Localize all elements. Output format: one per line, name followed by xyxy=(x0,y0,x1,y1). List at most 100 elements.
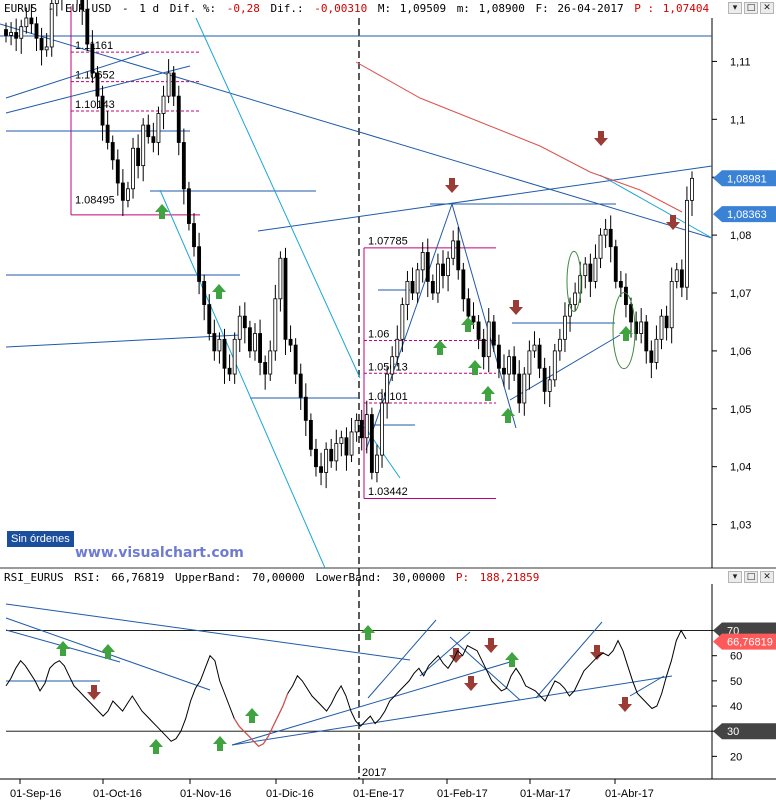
candle-bullish xyxy=(690,177,694,201)
header-dif-pct-value: -0,28 xyxy=(227,2,260,15)
candle-bearish xyxy=(176,95,181,143)
candle-bearish xyxy=(293,344,298,375)
candle-bullish xyxy=(659,315,664,340)
candle-bearish xyxy=(187,188,191,224)
price-tick-label: 1,07 xyxy=(730,288,751,300)
candle-bullish xyxy=(552,350,557,381)
candle-bearish xyxy=(496,344,501,369)
candle-bullish xyxy=(415,269,420,294)
orders-button[interactable]: Sin órdenes xyxy=(7,531,74,547)
rsi-tick-label: 50 xyxy=(730,676,742,688)
candle-bearish xyxy=(517,373,522,404)
candle-bullish xyxy=(324,448,329,473)
candle-bullish xyxy=(375,454,379,473)
candle-bearish xyxy=(491,321,496,346)
header-max-label: M: xyxy=(378,2,391,15)
candle-bullish xyxy=(334,443,339,462)
candle-bearish xyxy=(537,344,542,369)
minimize-button[interactable]: ▾ xyxy=(728,2,742,14)
candle-bullish xyxy=(232,338,237,375)
candle-bearish xyxy=(4,29,8,36)
candle-bearish xyxy=(171,72,176,97)
header-timeframe: 1 d xyxy=(139,2,159,15)
candle-bullish xyxy=(253,333,257,352)
candle-bearish xyxy=(410,281,415,294)
candle-bullish xyxy=(436,263,440,294)
watermark: www.visualchart.com xyxy=(75,545,244,561)
candle-bullish xyxy=(126,188,130,201)
time-tick-label: 01-Sep-16 xyxy=(10,788,61,800)
candle-bearish xyxy=(649,350,654,363)
retracement-right-label: 1.05613 xyxy=(368,361,408,373)
candle-bearish xyxy=(14,32,19,39)
header-min-value: 1,08900 xyxy=(479,2,525,15)
candle-bullish xyxy=(9,32,14,36)
main-header: EURUS - EUR-USD - 1 d Dif. %: -0,28 Dif.… xyxy=(4,2,710,15)
candle-bearish xyxy=(329,448,334,462)
candle-bearish xyxy=(242,315,247,329)
time-tick-label: 01-Nov-16 xyxy=(180,788,231,800)
price-tick-label: 1,08 xyxy=(730,230,751,242)
header-price-value: 1,07404 xyxy=(663,2,710,15)
candle-bearish xyxy=(629,304,633,323)
rsi-header-rsi-value: 66,76819 xyxy=(111,571,164,584)
candle-bullish xyxy=(339,437,344,444)
candle-bearish xyxy=(29,17,34,25)
candle-bullish xyxy=(385,373,390,404)
candle-bullish xyxy=(532,344,537,352)
maximize-button[interactable]: □ xyxy=(744,2,758,14)
candle-bearish xyxy=(481,338,486,358)
candle-bearish xyxy=(319,466,323,473)
candle-bullish xyxy=(639,321,644,334)
secondary-price-tag: 1,08363 xyxy=(727,209,767,221)
retracement-right-label: 1.03442 xyxy=(368,486,408,498)
candle-bearish xyxy=(344,437,349,456)
candle-bullish xyxy=(156,113,161,143)
candle-bullish xyxy=(405,281,410,305)
rsi-header-upper-value: 70,00000 xyxy=(252,571,305,584)
header-dif-pct-label: Dif. %: xyxy=(170,2,216,15)
rsi-maximize-button[interactable]: □ xyxy=(744,571,758,583)
rsi-minimize-button[interactable]: ▾ xyxy=(728,571,742,583)
candle-bearish xyxy=(644,321,649,352)
header-min-label: m: xyxy=(457,2,470,15)
candle-bearish xyxy=(110,142,115,161)
chart-canvas: 1,111,11,091,081,071,061,051,041,03 7060… xyxy=(0,0,776,801)
candle-bearish xyxy=(679,269,684,288)
candle-bearish xyxy=(618,281,623,288)
rsi-close-button[interactable]: ✕ xyxy=(760,571,774,583)
candle-bullish xyxy=(354,419,359,433)
candle-bullish xyxy=(273,298,278,352)
candle-bullish xyxy=(522,373,527,404)
retracement-left-label: 1.10652 xyxy=(75,70,115,82)
price-tick-label: 1,04 xyxy=(730,462,751,474)
candle-bearish xyxy=(542,367,547,392)
rsi-header-p-label: P: xyxy=(456,571,469,584)
candle-bearish xyxy=(105,124,110,143)
candle-bearish xyxy=(222,338,227,369)
candle-bearish xyxy=(115,159,120,184)
time-tick-label: 01-Ene-17 xyxy=(353,788,404,800)
price-tick-label: 1,05 xyxy=(730,404,751,416)
candle-bullish xyxy=(674,269,679,282)
candle-bullish xyxy=(131,147,135,190)
rsi-header: RSI_EURUS RSI: 66,76819 UpperBand: 70,00… xyxy=(4,571,539,584)
candle-bullish xyxy=(44,46,49,51)
candle-bullish xyxy=(547,379,552,392)
candle-bearish xyxy=(181,142,186,190)
retracement-right-label: 1.07785 xyxy=(368,236,408,248)
candle-bearish xyxy=(197,246,202,282)
retracement-left-label: 1.10143 xyxy=(75,99,115,111)
retracement-right-label: 1.06 xyxy=(368,328,389,340)
candle-bullish xyxy=(400,304,405,340)
header-separator: - xyxy=(48,2,55,15)
header-dif-label: Dif.: xyxy=(270,2,303,15)
candle-bearish xyxy=(258,333,262,363)
price-tick-label: 1,11 xyxy=(730,56,751,68)
rsi-header-lower-value: 30,00000 xyxy=(392,571,445,584)
candle-bearish xyxy=(212,333,217,352)
close-button[interactable]: ✕ xyxy=(760,2,774,14)
time-tick-label: 01-Feb-17 xyxy=(437,788,488,800)
rsi-tick-label: 20 xyxy=(730,751,742,763)
candle-bullish xyxy=(593,257,598,282)
